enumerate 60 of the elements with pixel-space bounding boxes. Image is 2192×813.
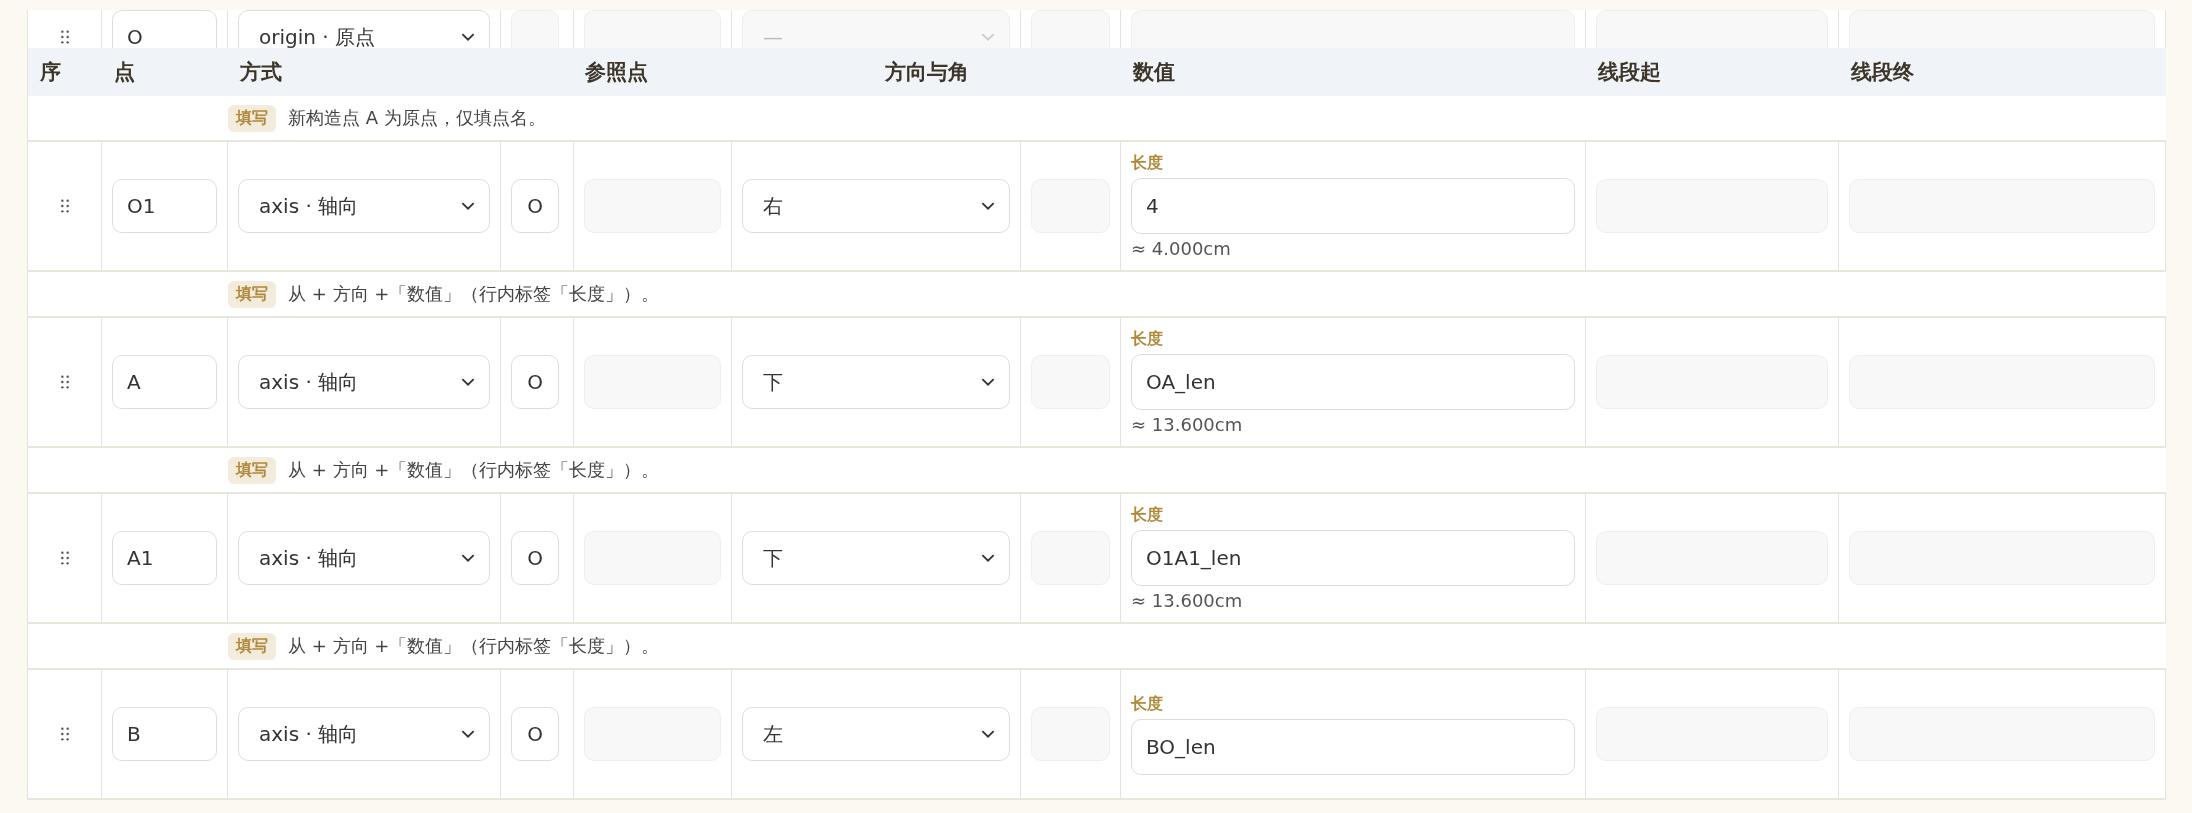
column-header: 方向与角 (884, 60, 969, 84)
column-header: 参照点 (585, 60, 648, 84)
direction-select[interactable]: 下 (742, 355, 1010, 409)
fill-tag: 填写 (228, 456, 276, 484)
chevron-down-icon (461, 553, 475, 563)
column-header: 序 (40, 60, 61, 84)
approx-value: ≈ 13.600cm (1131, 590, 1244, 611)
chevron-down-icon (981, 729, 995, 739)
direction-select[interactable]: 右 (742, 179, 1010, 233)
value-field[interactable]: OA_len (1131, 354, 1575, 410)
chevron-down-icon (981, 377, 995, 387)
column-header: 线段终 (1851, 60, 1914, 84)
reference-point-field[interactable]: O (511, 179, 559, 233)
fill-tag: 填写 (228, 104, 276, 132)
column-header: 线段起 (1598, 60, 1661, 84)
column-header: 方式 (240, 60, 282, 84)
fill-tag: 填写 (228, 632, 276, 660)
drag-handle-icon[interactable] (60, 551, 69, 565)
drag-handle-icon[interactable] (60, 30, 69, 44)
drag-handle-icon[interactable] (60, 199, 69, 213)
reference-point-field[interactable]: O (511, 707, 559, 761)
chevron-down-icon (461, 32, 475, 42)
drag-handle-icon[interactable] (60, 375, 69, 389)
approx-value: ≈ 13.600cm (1131, 414, 1244, 435)
point-name-field[interactable]: A1 (112, 531, 217, 585)
column-header: 点 (114, 60, 135, 84)
method-select[interactable]: axis · 轴向 (238, 707, 490, 761)
value-label: 长度 (1131, 693, 1164, 715)
direction-select[interactable]: 下 (742, 531, 1010, 585)
point-name-field[interactable]: A (112, 355, 217, 409)
hint-text: 从 + 方向 +「数值」（行内标签「长度」）。 (288, 282, 660, 306)
method-select[interactable]: axis · 轴向 (238, 355, 490, 409)
chevron-down-icon (981, 553, 995, 563)
value-label: 长度 (1131, 505, 1164, 526)
value-label: 长度 (1131, 329, 1164, 350)
fill-tag: 填写 (228, 280, 276, 308)
chevron-down-icon (981, 32, 995, 42)
point-name-field[interactable]: B (112, 707, 217, 761)
value-field[interactable]: BO_len (1131, 718, 1575, 775)
hint-text: 新构造点 A 为原点，仅填点名。 (288, 106, 546, 130)
hint-text: 从 + 方向 +「数值」（行内标签「长度」）。 (288, 458, 660, 482)
value-field[interactable]: O1A1_len (1131, 530, 1575, 586)
method-select[interactable]: axis · 轴向 (238, 179, 490, 233)
value-field[interactable]: 4 (1131, 178, 1575, 234)
column-header: 数值 (1133, 60, 1175, 84)
value-label: 长度 (1131, 153, 1164, 174)
reference-point-field[interactable]: O (511, 531, 559, 585)
chevron-down-icon (461, 729, 475, 739)
point-name-field[interactable]: O1 (112, 179, 217, 233)
method-select[interactable]: origin · 原点 (238, 10, 490, 48)
method-select[interactable]: axis · 轴向 (238, 531, 490, 585)
drag-handle-icon[interactable] (60, 727, 69, 741)
direction-select[interactable]: 左 (742, 707, 1010, 761)
chevron-down-icon (981, 201, 995, 211)
reference-point-field[interactable]: O (511, 355, 559, 409)
point-name-field[interactable]: O (112, 10, 217, 48)
chevron-down-icon (461, 201, 475, 211)
hint-text: 从 + 方向 +「数值」（行内标签「长度」）。 (288, 634, 660, 658)
chevron-down-icon (461, 377, 475, 387)
approx-value: ≈ 4.000cm (1131, 238, 1232, 259)
